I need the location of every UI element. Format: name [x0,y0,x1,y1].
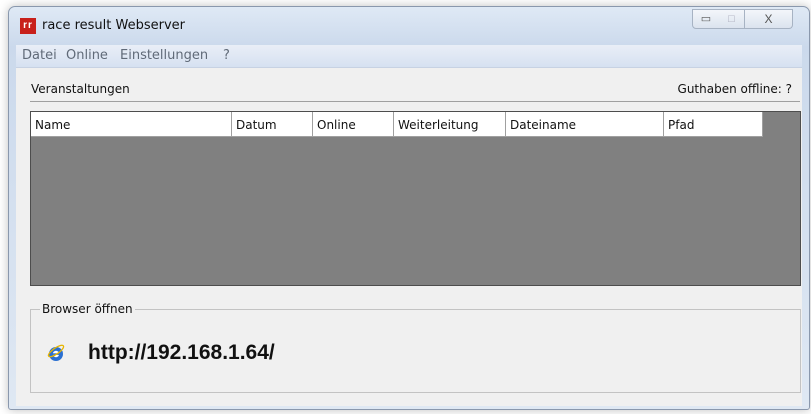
browser-group-label: Browser öffnen [40,302,135,316]
maximize-button[interactable]: □ [719,9,745,29]
minimize-button[interactable]: ▭ [692,9,720,29]
events-table[interactable]: Name Datum Online Weiterleitung Dateinam… [30,111,801,286]
menu-einstellungen[interactable]: Einstellungen [120,48,208,64]
column-header-weiterleitung[interactable]: Weiterleitung [394,112,506,137]
browser-groupbox: Browser öffnen http://192.168.1.64/ [30,302,801,393]
app-window: rr race result Webserver ▭ □ X Datei Onl… [8,6,810,410]
column-header-datum[interactable]: Datum [232,112,313,137]
close-icon: X [764,12,773,26]
column-header-online[interactable]: Online [313,112,394,137]
menu-help[interactable]: ? [223,48,230,64]
menu-online[interactable]: Online [66,48,108,64]
menu-datei[interactable]: Datei [22,48,57,64]
browser-url-link[interactable]: http://192.168.1.64/ [88,341,275,365]
internet-explorer-icon[interactable] [47,344,65,362]
maximize-icon: □ [728,13,735,25]
minimize-icon: ▭ [700,13,712,25]
column-header-name[interactable]: Name [31,112,232,137]
app-logo: rr [20,18,36,34]
title-bar[interactable]: rr race result Webserver ▭ □ X [9,7,809,45]
window-title: race result Webserver [42,18,185,33]
menu-bar: Datei Online Einstellungen ? [16,45,802,68]
main-content: Veranstaltungen Guthaben offline: ? Name… [16,68,802,406]
section-divider [30,101,800,102]
close-button[interactable]: X [745,9,793,29]
events-section-label: Veranstaltungen [31,82,130,96]
column-header-dateiname[interactable]: Dateiname [506,112,664,137]
credit-status: Guthaben offline: ? [677,82,792,96]
column-header-pfad[interactable]: Pfad [664,112,763,137]
